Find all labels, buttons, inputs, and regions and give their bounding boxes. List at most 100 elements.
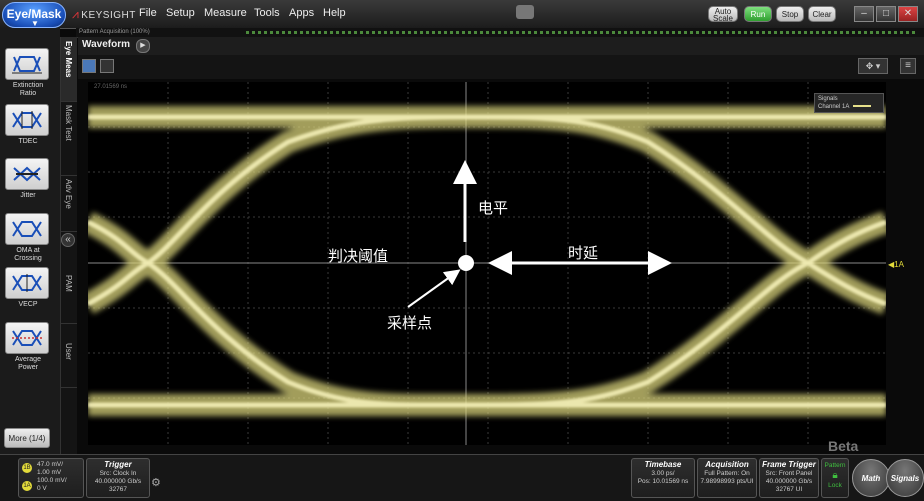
channel-1a-level-marker[interactable]: ◀1A	[888, 260, 904, 269]
timebase-panel[interactable]: Timebase 3.00 ps/ Pos: 10.01569 ns	[631, 458, 695, 498]
gear-icon[interactable]: ⚙	[151, 477, 163, 489]
channel-1a-scale: 100.0 mV/	[37, 477, 67, 484]
tool-vecp[interactable]: VECP	[5, 267, 51, 309]
acquisition-density: 7.98998993 pts/UI	[700, 478, 754, 485]
signals-legend[interactable]: Signals Channel 1A	[814, 93, 884, 113]
eye-trace-core	[88, 114, 886, 408]
plot-axes	[88, 82, 886, 445]
tab-label: User	[64, 343, 73, 360]
legend-swatch	[853, 105, 872, 108]
oma-icon	[5, 213, 49, 245]
math-button[interactable]: Math	[852, 459, 890, 497]
chevron-down-icon: ▼	[31, 19, 39, 28]
pattern-progress-strip	[246, 31, 916, 34]
clear-button[interactable]: Clear	[808, 6, 836, 22]
trigger-title: Trigger	[104, 460, 132, 469]
tdec-icon	[5, 104, 49, 136]
collapse-panel-icon[interactable]: «	[61, 233, 75, 247]
measurement-tabs: Eye Meas Mask Test Adv Eye PAM User	[60, 37, 77, 457]
tab-waveform[interactable]: Waveform	[82, 39, 130, 50]
channel-1b-offset: 1.00 mV	[37, 469, 62, 476]
tab-label: PAM	[64, 275, 73, 292]
extinction-ratio-icon	[5, 48, 49, 80]
tab-eye-meas[interactable]: Eye Meas	[61, 37, 77, 102]
brand-logo: ⩘ KEYSIGHT	[72, 7, 136, 22]
tab-label: Mask Test	[64, 105, 73, 141]
title-bar: Eye/Mask ▼ ⩘ KEYSIGHT File Setup Measure …	[0, 0, 924, 29]
lock-icon: 🔒︎	[832, 470, 838, 481]
auto-scale-button[interactable]: Auto Scale	[708, 6, 738, 23]
brand-name: KEYSIGHT	[81, 10, 136, 21]
menu-setup[interactable]: Setup	[166, 7, 195, 19]
pattern-lock-panel[interactable]: Pattern 🔒︎ Lock	[821, 458, 849, 498]
frame-trigger-panel[interactable]: Frame Trigger Src: Front Panel 40.000000…	[759, 458, 819, 498]
tab-pam[interactable]: PAM	[61, 251, 77, 324]
frame-trigger-source: Src: Front Panel	[765, 470, 813, 477]
legend-entry: Channel 1A	[818, 103, 880, 111]
annotation-arrows	[407, 160, 672, 308]
menu-tools[interactable]: Tools	[254, 7, 280, 19]
keysight-logo-icon: ⩘	[72, 7, 80, 21]
menu-help[interactable]: Help	[323, 7, 346, 19]
annotation-sampling-point: 采样点	[387, 314, 433, 332]
trigger-panel[interactable]: Trigger Src: Clock In 40.000000 Gb/s 327…	[86, 458, 150, 498]
run-button[interactable]: Run	[744, 6, 772, 22]
beta-watermark: Beta	[828, 438, 859, 454]
annotation-level: 电平	[478, 199, 509, 217]
tool-jitter[interactable]: Jitter	[5, 158, 51, 200]
tool-label: VECP	[18, 301, 38, 308]
more-tools-button[interactable]: More (1/4)	[4, 428, 50, 448]
tool-extinction-ratio[interactable]: Extinction Ratio	[5, 48, 51, 98]
acquisition-mode: Full Pattern: On	[704, 470, 750, 477]
legend-entry-label: Channel 1A	[818, 104, 850, 110]
sampling-point-dot	[458, 255, 474, 271]
eye-mask-button[interactable]: Eye/Mask ▼	[2, 2, 66, 28]
average-power-icon	[5, 322, 49, 354]
tab-mask-test[interactable]: Mask Test	[61, 101, 77, 176]
menu-file[interactable]: File	[139, 7, 157, 19]
frame-trigger-length: 32767 UI	[775, 486, 803, 493]
tool-label: Average Power	[15, 356, 41, 371]
jitter-icon	[5, 158, 49, 190]
menu-apps[interactable]: Apps	[289, 7, 314, 19]
channel-badge-1a: 1A	[22, 481, 32, 491]
maximize-button[interactable]: □	[876, 6, 896, 22]
tool-label: TDEC	[18, 138, 38, 145]
tab-label: Eye Meas	[64, 41, 73, 78]
channel-1b-scale: 47.0 mV/	[37, 461, 64, 468]
sampling-point-arrow	[407, 269, 461, 308]
trigger-rate: 40.000000 Gb/s	[94, 478, 142, 485]
legend-title: Signals	[818, 96, 838, 102]
tab-user[interactable]: User	[61, 323, 77, 388]
camera-icon[interactable]	[516, 5, 534, 19]
vecp-icon	[5, 267, 49, 299]
status-text: Pattern Acquisition (100%)	[79, 29, 150, 35]
play-icon[interactable]: ▶	[136, 39, 150, 53]
eye-diagram-plot[interactable]	[88, 82, 886, 445]
acquisition-panel[interactable]: Acquisition Full Pattern: On 7.98998993 …	[697, 458, 757, 498]
menu-icon[interactable]: ≡	[900, 58, 916, 74]
eye-trace	[88, 105, 886, 417]
timebase-position: Pos: 10.01569 ns	[637, 478, 689, 485]
close-button[interactable]: ✕	[898, 6, 918, 22]
acquisition-title: Acquisition	[705, 460, 749, 469]
pan-tool-icon[interactable]: ✥ ▾	[858, 58, 888, 74]
single-view-icon[interactable]	[82, 59, 96, 73]
split-view-icon[interactable]	[100, 59, 114, 73]
tool-tdec[interactable]: TDEC	[5, 104, 51, 146]
menu-measure[interactable]: Measure	[204, 7, 247, 19]
stop-button[interactable]: Stop	[776, 6, 804, 22]
minimize-button[interactable]: –	[854, 6, 874, 22]
channel-scale-panel[interactable]: 1B 1A 47.0 mV/ 1.00 mV 100.0 mV/ 0 V	[18, 458, 84, 498]
timebase-title: Timebase	[644, 460, 682, 469]
pattern-lock-state: Lock	[828, 482, 842, 489]
frame-trigger-rate: 40.000000 Gb/s	[765, 478, 813, 485]
signals-button[interactable]: Signals	[886, 459, 924, 497]
annotation-threshold: 判决阈值	[328, 247, 389, 265]
tab-adv-eye[interactable]: Adv Eye	[61, 175, 77, 232]
tool-average-power[interactable]: Average Power	[5, 322, 51, 372]
trigger-source: Src: Clock In	[99, 470, 137, 477]
bottom-status-bar: 1B 1A 47.0 mV/ 1.00 mV 100.0 mV/ 0 V Tri…	[0, 454, 924, 501]
tool-oma-at-crossing[interactable]: OMA at Crossing	[5, 213, 51, 263]
view-toolbar: ✥ ▾ ≡	[78, 55, 924, 79]
